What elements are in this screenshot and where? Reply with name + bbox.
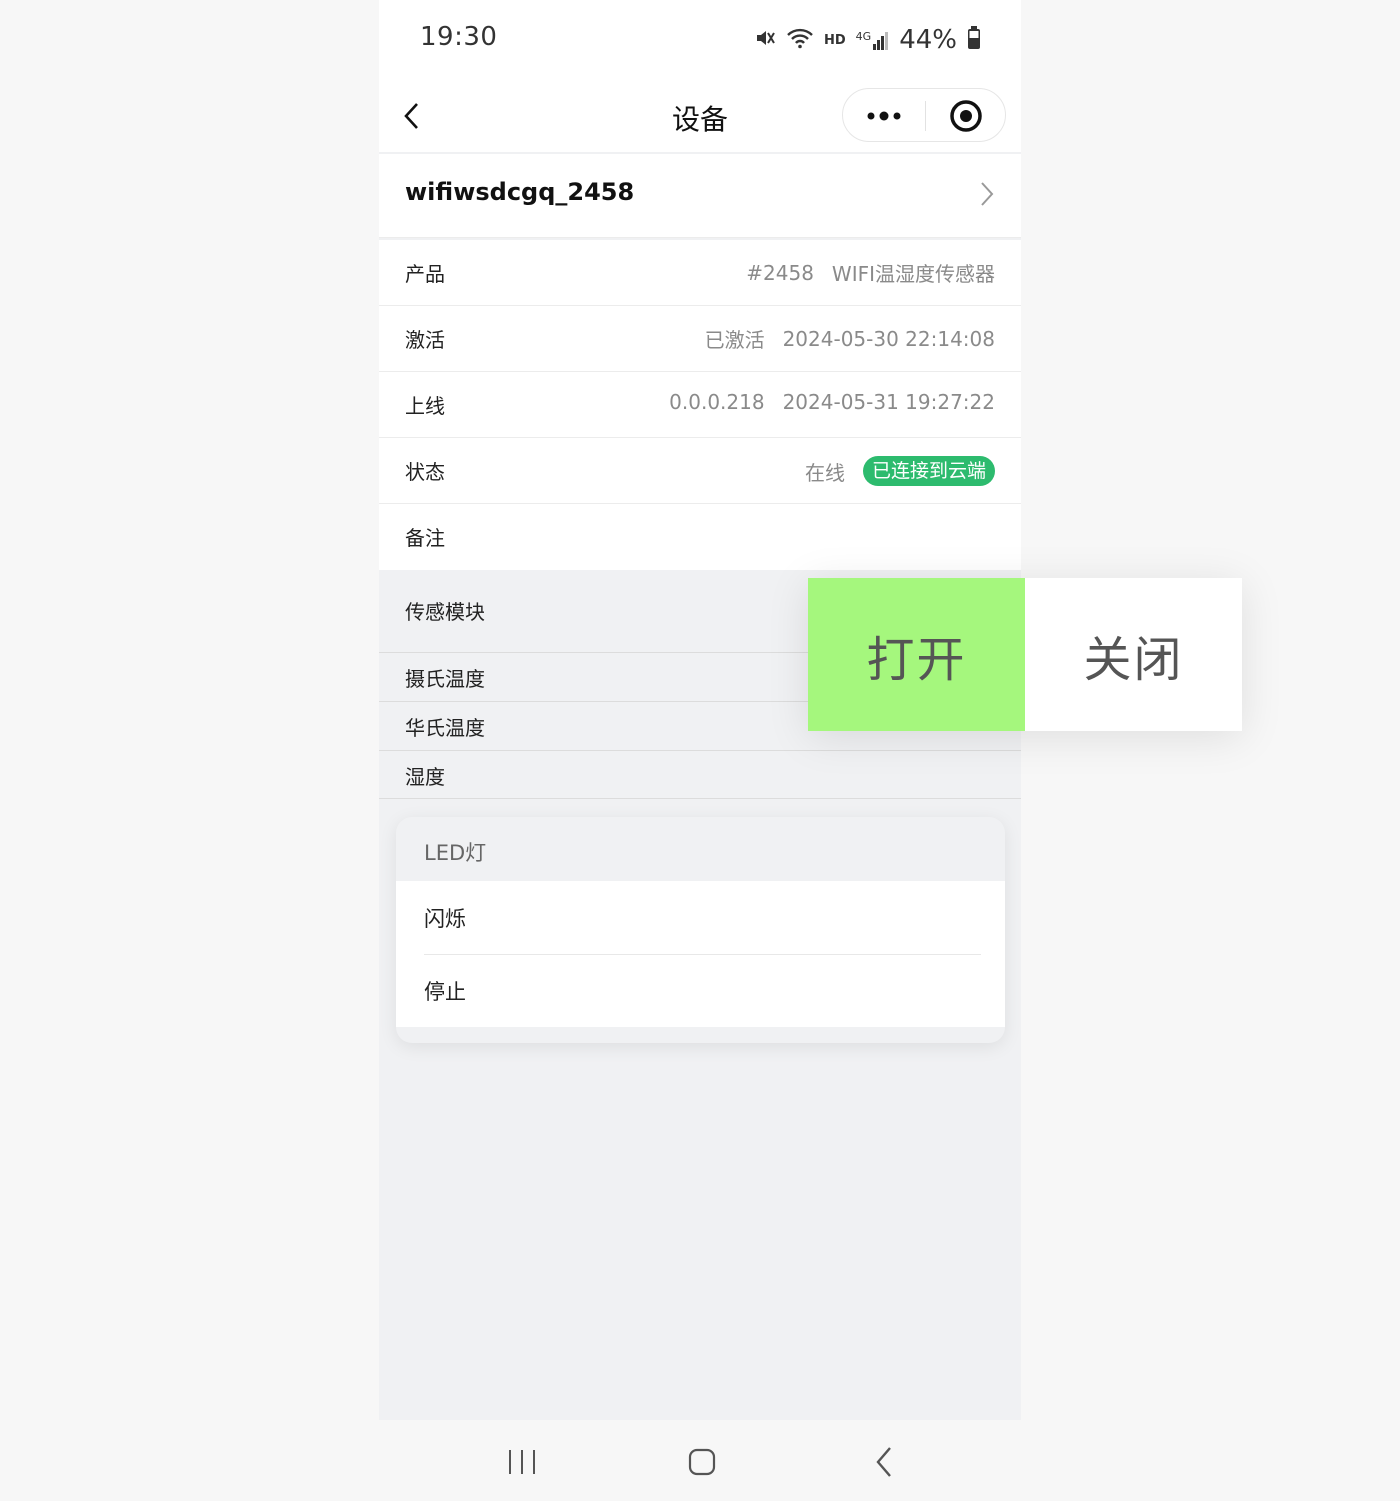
- firmware-version: 0.0.0.218: [669, 390, 765, 414]
- sensor-item-label: 华氏温度: [405, 716, 485, 740]
- home-button[interactable]: [687, 1442, 717, 1482]
- info-label: 状态: [405, 460, 445, 484]
- info-row-remark[interactable]: 备注: [379, 504, 1021, 570]
- more-menu-button[interactable]: [843, 89, 925, 143]
- battery-percent: 44%: [899, 25, 957, 55]
- status-bar: 19:30 HD 4G 44%: [379, 0, 1021, 80]
- sensor-item[interactable]: 湿度: [379, 750, 1021, 799]
- info-label: 上线: [405, 394, 445, 418]
- recent-apps-button[interactable]: [507, 1442, 537, 1482]
- activation-status: 已激活: [704, 328, 765, 352]
- info-value: 已激活 2024-05-30 22:14:08: [705, 324, 995, 353]
- switch-popup: 打开 关闭: [808, 578, 1242, 731]
- led-stop-option[interactable]: 停止: [396, 954, 1005, 1027]
- info-row-online: 上线 0.0.0.218 2024-05-31 19:27:22: [379, 372, 1021, 438]
- info-row-status: 状态 在线 已连接到云端: [379, 438, 1021, 504]
- info-value: 在线 已连接到云端: [805, 456, 995, 486]
- status-time: 19:30: [420, 22, 498, 52]
- device-name: wifiwsdcgq_2458: [405, 178, 635, 206]
- system-back-button[interactable]: [869, 1442, 899, 1482]
- info-value: 0.0.0.218 2024-05-31 19:27:22: [669, 390, 995, 414]
- led-options: 闪烁 停止: [396, 881, 1005, 1027]
- led-sheet-title: LED灯: [424, 841, 487, 865]
- info-value: #2458 WIFI温湿度传感器: [746, 258, 995, 287]
- home-icon: [688, 1448, 716, 1476]
- cloud-connected-badge: 已连接到云端: [862, 456, 995, 486]
- sensor-section-title: 传感模块: [405, 600, 485, 624]
- product-id: #2458: [746, 260, 814, 285]
- device-info-list: 产品 #2458 WIFI温湿度传感器 激活 已激活 2024-05-30 22…: [379, 240, 1021, 570]
- product-name: WIFI温湿度传感器: [831, 262, 995, 286]
- info-row-product: 产品 #2458 WIFI温湿度传感器: [379, 240, 1021, 306]
- turn-on-button[interactable]: 打开: [808, 578, 1025, 731]
- turn-off-button[interactable]: 关闭: [1025, 578, 1242, 731]
- hd-label: HD: [824, 32, 846, 48]
- info-row-activation: 激活 已激活 2024-05-30 22:14:08: [379, 306, 1021, 372]
- online-status: 在线: [804, 460, 845, 485]
- sensor-item-label: 湿度: [405, 765, 445, 789]
- info-label: 备注: [405, 526, 445, 550]
- signal-icon: 4G: [856, 30, 890, 50]
- battery-icon: [967, 26, 981, 54]
- wifi-icon: [786, 27, 814, 53]
- activation-time: 2024-05-30 22:14:08: [782, 326, 995, 351]
- signal-type-label: 4G: [855, 30, 872, 43]
- more-dots-icon: [867, 111, 901, 121]
- mini-program-capsule: [842, 88, 1006, 142]
- info-label: 激活: [405, 328, 445, 352]
- phone-screen: 19:30 HD 4G 44% 设备 wifiwsdcgq_2458 产品 #2…: [379, 0, 1021, 1501]
- info-label: 产品: [405, 262, 445, 286]
- led-option-label: 闪烁: [424, 907, 466, 931]
- sensor-item-label: 摄氏温度: [405, 667, 485, 691]
- chevron-right-icon: [981, 182, 994, 206]
- led-action-sheet: LED灯 闪烁 停止: [396, 817, 1005, 1043]
- device-name-row[interactable]: wifiwsdcgq_2458: [379, 154, 1021, 238]
- status-icons: HD 4G 44%: [754, 22, 981, 58]
- recent-apps-icon: [509, 1450, 535, 1474]
- mute-icon: [754, 27, 776, 53]
- system-nav-bar: [379, 1420, 1021, 1501]
- led-option-label: 停止: [424, 980, 466, 1004]
- led-blink-option[interactable]: 闪烁: [396, 881, 1005, 954]
- back-arrow-icon: [876, 1447, 891, 1477]
- nav-bar: 设备: [379, 80, 1021, 152]
- target-circle-icon: [950, 100, 982, 132]
- online-time: 2024-05-31 19:27:22: [782, 390, 995, 414]
- close-mini-program-button[interactable]: [926, 89, 1006, 143]
